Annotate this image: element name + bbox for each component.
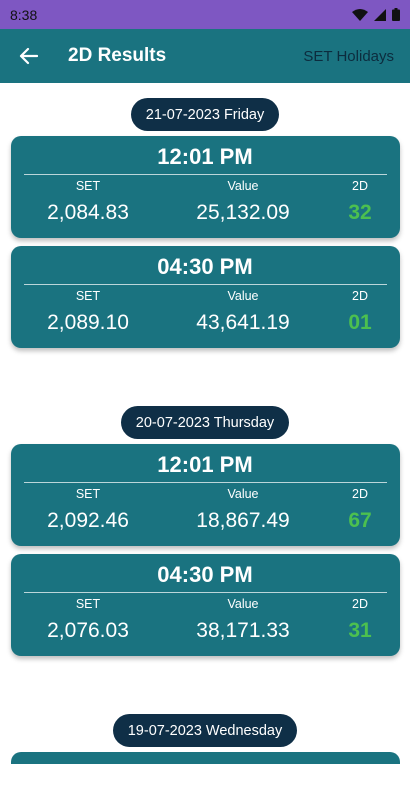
result-card[interactable]: 04:30 PM SET Value 2D 2,076.03 38,171.33… [10,554,400,656]
app-bar: 2D Results SET Holidays [0,29,410,83]
set-value: 2,092.46 [47,509,129,532]
divider [23,174,387,175]
value-label: Value [227,487,259,501]
back-button[interactable] [16,44,40,68]
page-title: 2D Results [68,45,167,66]
day-group: 19-07-2023 Wednesday [0,714,410,764]
twod-label: 2D [352,597,368,611]
status-icons [352,8,400,21]
result-card[interactable]: 04:30 PM SET Value 2D 2,089.10 43,641.19… [10,246,400,348]
divider [23,284,387,285]
value-value: 18,867.49 [196,509,290,532]
arrow-back-icon [19,47,38,65]
cell-signal-icon [374,8,386,21]
twod-label: 2D [352,487,368,501]
twod-label: 2D [352,289,368,303]
value-label: Value [227,179,259,193]
result-time: 12:01 PM [157,144,253,169]
twod-label: 2D [352,179,368,193]
result-card[interactable] [10,752,400,764]
set-label: SET [75,487,101,501]
result-time: 04:30 PM [157,254,253,279]
value-label: Value [227,597,259,611]
date-pill: 19-07-2023 Wednesday [112,714,298,747]
set-value: 2,089.10 [47,311,129,334]
set-holidays-button[interactable]: SET Holidays [303,48,394,65]
twod-value: 01 [348,311,372,334]
set-label: SET [75,179,101,193]
value-value: 43,641.19 [196,311,290,334]
day-group: 20-07-2023 Thursday 12:01 PM SET Value 2… [0,406,410,664]
set-value: 2,084.83 [47,201,129,224]
divider [23,592,387,593]
status-bar: 8:38 [0,0,410,29]
results-list[interactable]: 21-07-2023 Friday 12:01 PM SET Value 2D … [0,83,410,800]
battery-icon [392,8,400,21]
result-card[interactable]: 12:01 PM SET Value 2D 2,092.46 18,867.49… [10,444,400,546]
twod-value: 67 [348,509,372,532]
day-group: 21-07-2023 Friday 12:01 PM SET Value 2D … [0,98,410,356]
set-value: 2,076.03 [47,619,129,642]
date-pill: 20-07-2023 Thursday [120,406,290,439]
result-time: 12:01 PM [157,452,253,477]
result-card[interactable]: 12:01 PM SET Value 2D 2,084.83 25,132.09… [10,136,400,238]
set-label: SET [75,597,101,611]
twod-value: 31 [348,619,372,642]
wifi-icon [352,8,368,21]
twod-value: 32 [348,201,372,224]
value-value: 25,132.09 [196,201,290,224]
divider [23,482,387,483]
value-value: 38,171.33 [196,619,290,642]
date-pill: 21-07-2023 Friday [130,98,280,131]
status-time: 8:38 [10,6,38,23]
result-time: 04:30 PM [157,562,253,587]
set-label: SET [75,289,101,303]
value-label: Value [227,289,259,303]
